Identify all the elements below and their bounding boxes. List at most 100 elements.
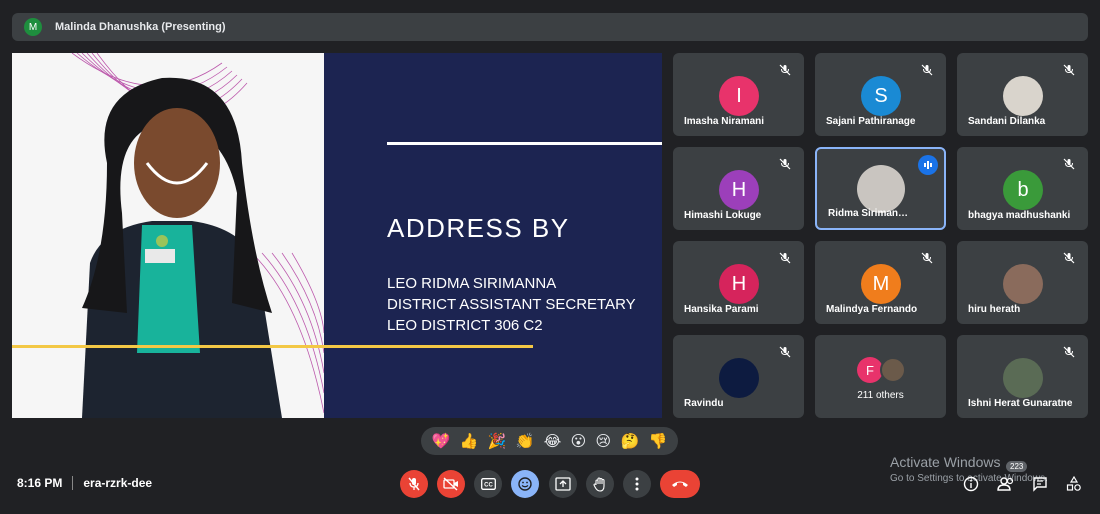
reaction-thumbs-down[interactable]: 👎 [649, 432, 668, 450]
people-count-badge: 223 [1006, 461, 1028, 472]
activities-icon [1066, 476, 1081, 491]
meeting-code: era-rzrk-dee [83, 476, 153, 490]
divider [72, 476, 74, 490]
people-button[interactable] [996, 474, 1016, 494]
participant-name: Himashi Lokuge [684, 210, 762, 221]
people-icon [997, 477, 1014, 491]
presenter-label: Malinda Dhanushka (Presenting) [55, 21, 226, 33]
participant-tile[interactable]: Sandani Dilanka [957, 53, 1088, 136]
participant-tile[interactable]: S Sajani Pathiranage [815, 53, 946, 136]
reaction-clap[interactable]: 👏 [516, 432, 535, 450]
participant-name: Sandani Dilanka [968, 116, 1046, 127]
speaker-photo [71, 53, 324, 418]
end-call-icon [672, 481, 688, 487]
participant-name: hiru herath [968, 304, 1021, 315]
mic-muted-icon [1063, 63, 1077, 77]
participant-tile[interactable]: H Hansika Parami [673, 241, 804, 324]
reaction-sparkling-heart[interactable]: 💖 [432, 432, 451, 450]
captions-icon: CC [480, 478, 496, 490]
meeting-details-button[interactable] [961, 474, 981, 494]
slide-title: ADDRESS BY [387, 213, 570, 243]
participant-avatar: M [861, 264, 901, 304]
reaction-thumbs-up[interactable]: 👍 [460, 432, 479, 450]
mic-off-icon [408, 477, 420, 491]
reaction-sad[interactable]: 😢 [596, 432, 612, 450]
participant-tile[interactable]: b bhagya madhushanki [957, 147, 1088, 230]
mic-muted-icon [921, 251, 935, 265]
participant-tile[interactable]: F 211 others [815, 335, 946, 418]
raise-hand-icon [593, 476, 605, 492]
participant-tile[interactable]: Ridma Siriman… [815, 147, 946, 230]
participant-name: Imasha Niramani [684, 116, 765, 127]
mic-muted-icon [921, 63, 935, 77]
slide-line: LEO RIDMA SIRIMANNA [387, 275, 557, 292]
more-options-button[interactable] [623, 470, 651, 498]
mic-muted-icon [779, 63, 793, 77]
participant-avatar: S [861, 76, 901, 116]
participant-avatar [857, 165, 905, 213]
raise-hand-button[interactable] [586, 470, 614, 498]
participant-tile[interactable]: hiru herath [957, 241, 1088, 324]
info-icon [963, 476, 979, 492]
participant-name: Hansika Parami [684, 304, 759, 315]
mic-muted-icon [779, 157, 793, 171]
reactions-bar: 💖 👍 🎉 👏 😂 😮 😢 🤔 👎 [421, 427, 678, 455]
participant-avatar [719, 358, 759, 398]
participant-name: bhagya madhushanki [968, 210, 1071, 221]
mic-muted-icon [779, 251, 793, 265]
reaction-party[interactable]: 🎉 [488, 432, 507, 450]
presentation-stage: ADDRESS BY LEO RIDMA SIRIMANNA DISTRICT … [12, 53, 662, 418]
participant-avatar: b [1003, 170, 1043, 210]
participant-tile[interactable]: H Himashi Lokuge [673, 147, 804, 230]
present-button[interactable] [549, 470, 577, 498]
reaction-laugh[interactable]: 😂 [544, 432, 562, 450]
camera-off-icon [443, 477, 458, 491]
others-count-label: 211 others [857, 390, 904, 401]
slide-line: DISTRICT ASSISTANT SECRETARY [387, 296, 636, 313]
participant-tile[interactable]: Ravindu [673, 335, 804, 418]
reaction-thinking[interactable]: 🤔 [621, 432, 640, 450]
emoji-icon [518, 477, 532, 491]
participant-avatar: I [719, 76, 759, 116]
participant-avatar: H [719, 170, 759, 210]
participant-name: Malindya Fernando [826, 304, 918, 315]
participant-avatar [1003, 76, 1043, 116]
activities-button[interactable] [1064, 474, 1084, 494]
slide-divider [387, 142, 662, 145]
participant-avatar [1003, 358, 1043, 398]
mic-muted-icon [1063, 157, 1077, 171]
emoji-button[interactable] [511, 470, 539, 498]
captions-button[interactable]: CC [474, 470, 502, 498]
participant-tile[interactable]: I Imasha Niramani [673, 53, 804, 136]
mic-muted-icon [779, 345, 793, 359]
present-icon [555, 477, 571, 491]
more-icon [635, 477, 639, 491]
participant-name: Sajani Pathiranage [826, 116, 916, 127]
mic-toggle-button[interactable] [400, 470, 428, 498]
end-call-button[interactable] [660, 470, 700, 498]
presenter-avatar: M [24, 18, 42, 36]
slide-photo-panel [12, 53, 324, 418]
speaking-indicator-icon [918, 155, 938, 175]
participant-avatar: H [719, 264, 759, 304]
mic-muted-icon [1063, 345, 1077, 359]
presenter-bar: M Malinda Dhanushka (Presenting) [12, 13, 1088, 41]
reaction-surprised[interactable]: 😮 [571, 432, 587, 450]
slide-line: LEO DISTRICT 306 C2 [387, 317, 543, 334]
participant-name: Ridma Siriman… [828, 208, 909, 219]
participant-name: Ishni Herat Gunaratne [968, 398, 1073, 409]
participant-avatar [1003, 264, 1043, 304]
slide-body: LEO RIDMA SIRIMANNA DISTRICT ASSISTANT S… [387, 273, 636, 336]
participant-name: Ravindu [684, 398, 724, 409]
chat-icon [1033, 477, 1047, 492]
mic-muted-icon [1063, 251, 1077, 265]
participant-tile[interactable]: M Malindya Fernando [815, 241, 946, 324]
camera-toggle-button[interactable] [437, 470, 465, 498]
participant-tile[interactable]: Ishni Herat Gunaratne [957, 335, 1088, 418]
meeting-time: 8:16 PM [17, 476, 63, 490]
svg-text:CC: CC [484, 482, 493, 488]
slide-accent-line [12, 345, 533, 348]
chat-button[interactable] [1030, 474, 1050, 494]
participant-avatar [880, 357, 906, 383]
meeting-info: 8:16 PM era-rzrk-dee [17, 476, 152, 490]
